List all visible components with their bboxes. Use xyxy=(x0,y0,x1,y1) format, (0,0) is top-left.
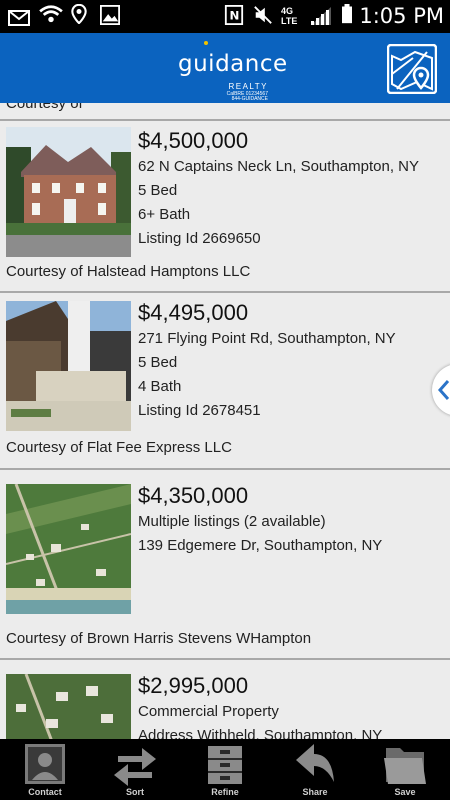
listing-price: $4,500,000 xyxy=(138,128,249,153)
mute-icon xyxy=(254,6,272,24)
listing-baths: 4 Bath xyxy=(138,378,182,395)
sort-arrows-icon xyxy=(114,748,156,786)
network-type: 4G LTE xyxy=(281,6,298,26)
listing-baths: 6+ Bath xyxy=(138,206,191,223)
tab-refine[interactable]: Refine xyxy=(180,739,270,800)
wifi-icon xyxy=(39,5,63,23)
signal-icon xyxy=(311,7,331,25)
listing-photo[interactable] xyxy=(6,674,131,739)
bottom-tab-bar: Contact Sort Refine Share Save xyxy=(0,739,450,800)
chevron-left-icon xyxy=(437,380,450,400)
listing-info: $4,495,000 271 Flying Point Rd, Southamp… xyxy=(138,299,396,423)
contact-icon xyxy=(25,744,65,784)
listing-id: Listing Id 2678451 xyxy=(138,402,261,419)
listing-price: $4,495,000 xyxy=(138,300,249,325)
tab-share[interactable]: Share xyxy=(270,739,360,800)
listing-courtesy: Courtesy of Brown Harris Stevens WHampto… xyxy=(6,630,312,647)
tab-refine-label: Refine xyxy=(211,787,239,797)
listing-multiple: Multiple listings (2 available) xyxy=(138,513,326,530)
folder-icon xyxy=(384,748,426,784)
listing-info: $2,995,000 Commercial Property Address W… xyxy=(138,672,382,739)
tab-sort[interactable]: Sort xyxy=(90,739,180,800)
listing-price: $4,350,000 xyxy=(138,483,249,508)
listing-photo[interactable] xyxy=(6,127,131,257)
partial-courtesy: Courtesy of xyxy=(6,103,83,112)
tab-contact-label: Contact xyxy=(28,787,62,797)
tab-sort-label: Sort xyxy=(126,787,144,797)
listing-card[interactable]: $4,495,000 271 Flying Point Rd, Southamp… xyxy=(0,295,450,470)
tab-share-label: Share xyxy=(302,787,328,797)
listing-card[interactable]: $4,500,000 62 N Captains Neck Ln, Southa… xyxy=(0,123,450,293)
listing-info: $4,500,000 62 N Captains Neck Ln, Southa… xyxy=(138,127,419,251)
status-bar: N 4G LTE 1:05 PM xyxy=(0,0,450,33)
listing-card[interactable]: $2,995,000 Commercial Property Address W… xyxy=(0,662,450,739)
listing-card[interactable]: $4,350,000 Multiple listings (2 availabl… xyxy=(0,472,450,660)
logo-text: guidance xyxy=(178,51,288,77)
listing-courtesy: Courtesy of Halstead Hamptons LLC xyxy=(6,263,251,280)
listing-beds: 5 Bed xyxy=(138,182,178,199)
listing-address: Address Withheld, Southampton, NY xyxy=(138,727,383,739)
svg-text:N: N xyxy=(229,9,239,23)
clock: 1:05 PM xyxy=(359,4,444,28)
image-icon xyxy=(100,5,120,25)
listing-price: $2,995,000 xyxy=(138,673,249,698)
logo-subtext: REALTY xyxy=(228,82,268,91)
battery-icon xyxy=(342,4,352,24)
listing-id: Listing Id 2669650 xyxy=(138,230,261,247)
listing-list[interactable]: Courtesy of $4,500,000 62 N Captains Nec… xyxy=(0,103,450,739)
mail-icon xyxy=(8,10,30,26)
listing-courtesy: Courtesy of Flat Fee Express LLC xyxy=(6,439,232,456)
logo-tagline-line2: 844-GUIDANCE xyxy=(231,96,268,102)
listing-info: $4,350,000 Multiple listings (2 availabl… xyxy=(138,482,382,558)
tab-contact[interactable]: Contact xyxy=(0,739,90,800)
listing-photo[interactable] xyxy=(6,301,131,431)
brand-logo: guidance REALTY CalBRE 01234567 844-GUIDA… xyxy=(178,41,288,102)
location-icon xyxy=(71,4,87,24)
logo-dot xyxy=(204,41,208,45)
listing-address: 271 Flying Point Rd, Southampton, NY xyxy=(138,330,396,347)
logo-tagline: CalBRE 01234567 844-GUIDANCE xyxy=(227,92,268,102)
listing-type: Commercial Property xyxy=(138,703,279,720)
app-header: guidance REALTY CalBRE 01234567 844-GUIDA… xyxy=(0,33,450,103)
listing-beds: 5 Bed xyxy=(138,354,178,371)
listing-photo[interactable] xyxy=(6,484,131,614)
tab-save[interactable]: Save xyxy=(360,739,450,800)
share-arrow-icon xyxy=(296,744,334,782)
listing-address: 139 Edgemere Dr, Southampton, NY xyxy=(138,537,383,554)
listing-address: 62 N Captains Neck Ln, Southampton, NY xyxy=(138,158,419,175)
tab-save-label: Save xyxy=(394,787,416,797)
list-item-partial[interactable]: Courtesy of xyxy=(0,103,450,121)
nfc-icon: N xyxy=(224,5,244,25)
map-view-button[interactable] xyxy=(387,44,437,94)
refine-cabinet-icon xyxy=(208,746,242,784)
